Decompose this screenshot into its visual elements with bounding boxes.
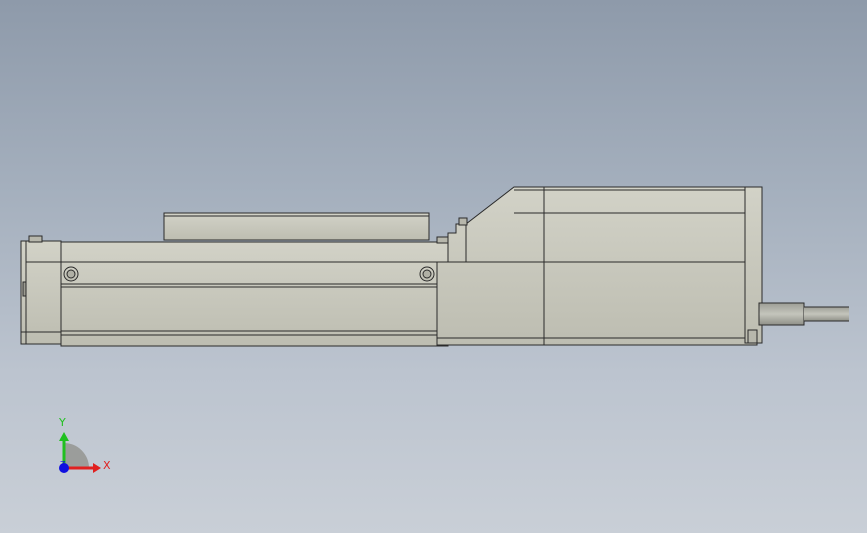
x-axis-label: X [103,459,111,472]
motor-clip [747,329,758,344]
end-cap-notch [28,235,43,243]
motor-housing [436,186,758,346]
rail-screw-left [63,266,79,282]
cable-gland [758,302,805,326]
y-arrowhead [59,432,69,441]
end-cap-slot [22,281,27,297]
cable [804,307,849,321]
housing-tab [458,217,468,226]
cad-viewport[interactable]: Y X Z [0,0,867,533]
z-axis-label: Z [60,460,66,469]
end-cap-left [20,240,62,345]
triad-plane-shade [64,443,89,468]
model-view[interactable]: Y X Z [0,0,867,533]
linear-actuator-model[interactable] [20,186,849,347]
axis-triad: Y X Z [58,416,111,473]
rail-screw-right [419,266,435,282]
rail-body [60,241,449,347]
y-axis-label: Y [58,416,66,429]
x-arrowhead [93,463,101,473]
table-support [436,236,449,244]
slider-table [163,212,430,241]
